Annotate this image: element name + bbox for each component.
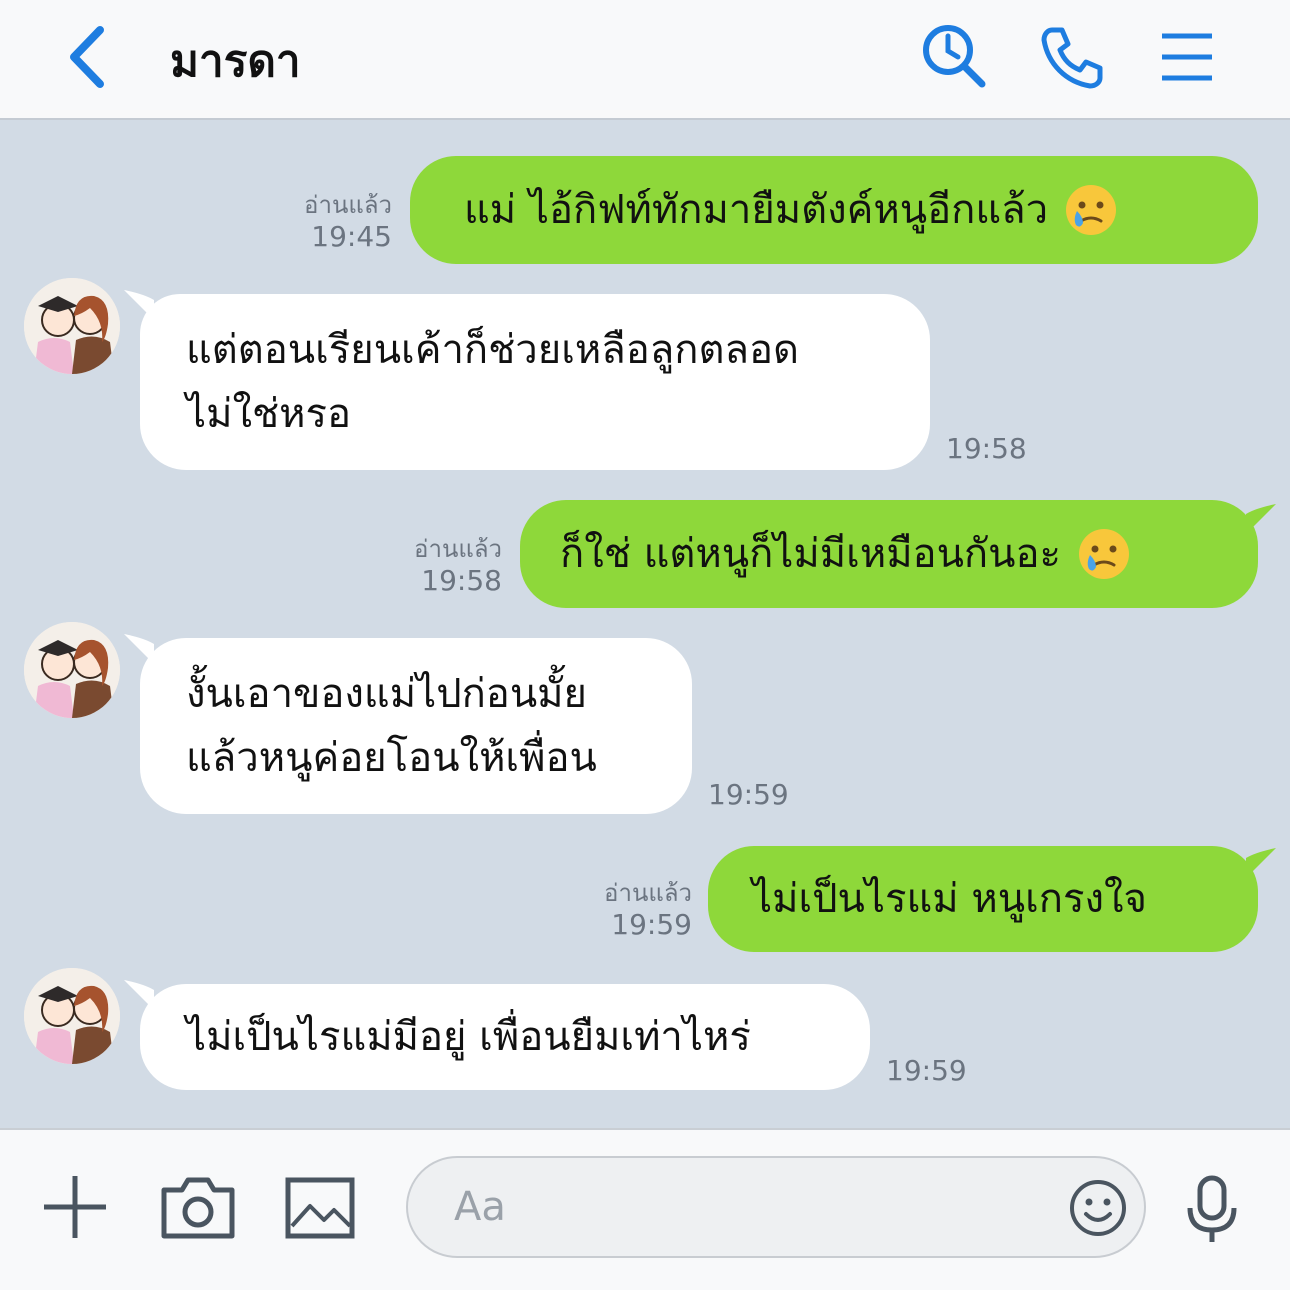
message-input[interactable]: Aa	[406, 1156, 1146, 1258]
back-chevron-icon[interactable]	[56, 22, 116, 92]
read-receipt: อ่านแล้ว	[414, 535, 502, 563]
message-meta: อ่านแล้ว 19:58	[350, 534, 502, 598]
outgoing-message-bubble[interactable]: ไม่เป็นไรแม่ หนูเกรงใจ	[708, 846, 1258, 952]
crying-face-icon	[1077, 527, 1131, 581]
outgoing-message-bubble[interactable]: ก็ใช่ แต่หนูก็ไม่มีเหมือนกันอะ	[520, 500, 1258, 608]
message-composer: Aa	[0, 1128, 1290, 1290]
phone-icon[interactable]	[1038, 22, 1106, 90]
crying-face-icon	[1064, 183, 1118, 237]
message-time: 19:59	[708, 778, 789, 811]
incoming-message-bubble[interactable]: แต่ตอนเรียนเค้าก็ช่วยเหลือลูกตลอด ไม่ใช่…	[140, 294, 930, 470]
message-time: 19:59	[611, 908, 692, 941]
read-receipt: อ่านแล้ว	[604, 879, 692, 907]
message-text: แม่ ไอ้กิฟท์ทักมายืมตังค์หนูอีกแล้ว	[464, 187, 1049, 233]
bubble-tail	[1246, 848, 1276, 878]
message-time: 19:45	[311, 220, 392, 253]
contact-avatar[interactable]	[24, 278, 120, 374]
message-meta: อ่านแล้ว 19:45	[240, 190, 392, 254]
camera-icon[interactable]	[160, 1174, 236, 1244]
microphone-icon[interactable]	[1182, 1174, 1242, 1248]
incoming-message-bubble[interactable]: งั้นเอาของแม่ไปก่อนมั้ย แล้วหนูค่อยโอนให…	[140, 638, 692, 814]
message-text: งั้นเอาของแม่ไปก่อนมั้ย แล้วหนูค่อยโอนให…	[186, 671, 597, 781]
emoji-icon[interactable]	[1068, 1178, 1128, 1242]
menu-icon[interactable]	[1156, 22, 1224, 90]
chat-header: มารดา	[0, 0, 1290, 120]
plus-icon[interactable]	[40, 1172, 110, 1246]
message-text: ไม่เป็นไรแม่ หนูเกรงใจ	[752, 876, 1147, 922]
contact-avatar[interactable]	[24, 968, 120, 1064]
chat-title: มารดา	[170, 36, 301, 87]
contact-avatar[interactable]	[24, 622, 120, 718]
message-text: ก็ใช่ แต่หนูก็ไม่มีเหมือนกันอะ	[560, 531, 1061, 577]
image-icon[interactable]	[284, 1176, 356, 1244]
chat-area[interactable]: อ่านแล้ว 19:45 แม่ ไอ้กิฟท์ทักมายืมตังค์…	[0, 120, 1290, 1128]
search-icon[interactable]	[920, 22, 988, 90]
message-meta: อ่านแล้ว 19:59	[540, 878, 692, 942]
message-text: ไม่เป็นไรแม่มีอยู่ เพื่อนยืมเท่าไหร่	[186, 1014, 751, 1060]
incoming-message-bubble[interactable]: ไม่เป็นไรแม่มีอยู่ เพื่อนยืมเท่าไหร่	[140, 984, 870, 1090]
read-receipt: อ่านแล้ว	[304, 191, 392, 219]
message-time: 19:58	[946, 432, 1027, 465]
outgoing-message-bubble[interactable]: แม่ ไอ้กิฟท์ทักมายืมตังค์หนูอีกแล้ว	[410, 156, 1258, 264]
message-time: 19:59	[886, 1054, 967, 1087]
bubble-tail	[1246, 504, 1276, 534]
message-text: แต่ตอนเรียนเค้าก็ช่วยเหลือลูกตลอด ไม่ใช่…	[186, 327, 799, 437]
message-time: 19:58	[421, 564, 502, 597]
input-placeholder: Aa	[454, 1184, 506, 1230]
